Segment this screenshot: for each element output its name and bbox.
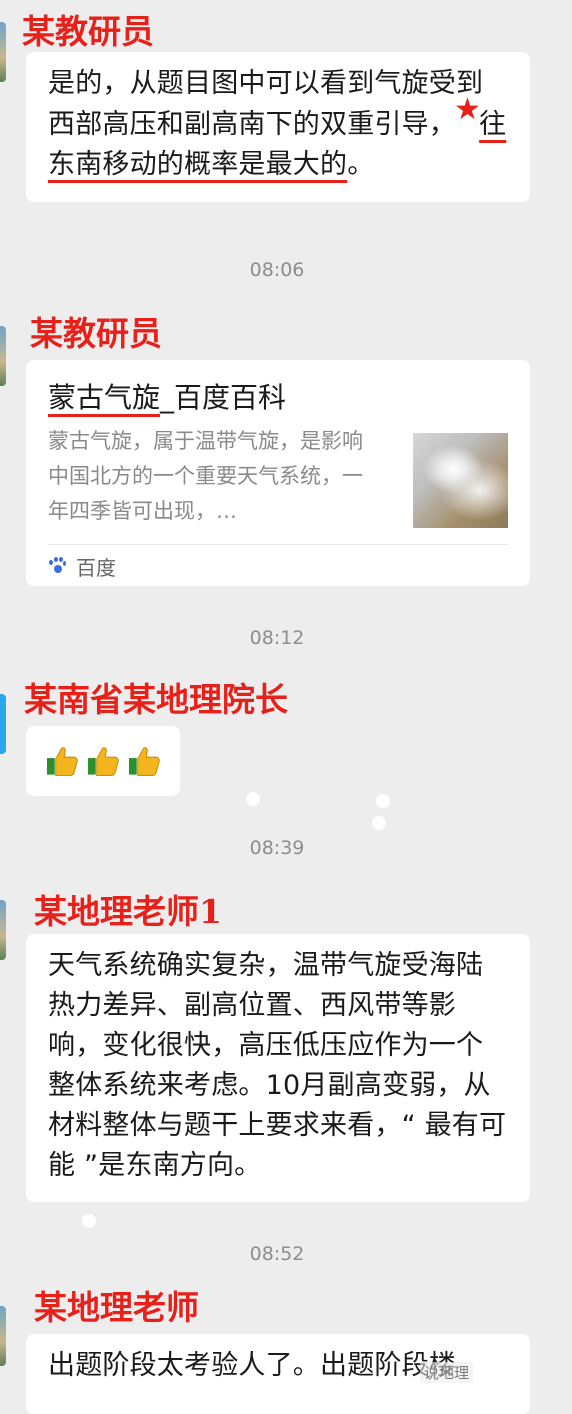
avatar[interactable] xyxy=(0,326,6,386)
star-icon: ★ xyxy=(454,92,482,127)
message-text: 是的，从题目图中可以看到气旋受到西部高压和副高南下的双重引导，★往东南移动的概率… xyxy=(26,52,530,197)
message-text-part: 是的，从题目图中可以看到气旋受到西部高压和副高南下的双重引导， xyxy=(48,68,484,140)
sender-name: 某南省某地理院长 xyxy=(24,680,288,719)
sender-name: 某教研员 xyxy=(22,12,154,51)
thumbs-up-icon xyxy=(129,747,160,777)
sender-name: 某教研员 xyxy=(30,314,162,353)
avatar[interactable] xyxy=(0,1306,6,1366)
timestamp: 08:39 xyxy=(249,837,305,859)
card-description: 蒙古气旋，属于温带气旋，是影响中国北方的一个重要天气系统，一年四季皆可出现，… xyxy=(48,429,363,523)
decorative-dot xyxy=(376,794,390,808)
avatar[interactable] xyxy=(0,22,6,82)
card-title-rest: _百度百科 xyxy=(160,381,287,414)
card-title-keyword: 蒙古气旋 xyxy=(48,381,161,414)
message-text-part: 。 xyxy=(347,149,375,180)
message-bubble[interactable]: 天气系统确实复杂，温带气旋受海陆热力差异、副高位置、西风带等影响，变化很快，高压… xyxy=(26,934,530,1202)
timestamp: 08:06 xyxy=(249,259,305,281)
avatar[interactable] xyxy=(0,694,6,754)
timestamp: 08:12 xyxy=(249,627,305,649)
reaction-row xyxy=(46,744,164,778)
message-bubble[interactable]: 是的，从题目图中可以看到气旋受到西部高压和副高南下的双重引导，★往东南移动的概率… xyxy=(26,52,530,202)
card-title: 蒙古气旋_百度百科 xyxy=(48,380,286,416)
message-bubble[interactable] xyxy=(26,726,180,796)
card-source-label: 百度 xyxy=(76,555,116,580)
thumbs-up-icon xyxy=(88,747,119,777)
sender-name: 某地理老师 xyxy=(34,1288,199,1327)
decorative-dot xyxy=(372,816,386,830)
decorative-dot xyxy=(246,792,260,806)
link-card[interactable]: 蒙古气旋_百度百科 蒙古气旋，属于温带气旋，是影响中国北方的一个重要天气系统，一… xyxy=(26,360,530,586)
avatar[interactable] xyxy=(0,900,6,960)
divider xyxy=(48,544,508,545)
card-source: 百度 xyxy=(48,550,116,582)
timestamp: 08:52 xyxy=(249,1243,305,1265)
baidu-paw-icon xyxy=(48,557,66,575)
sender-name: 某地理老师1 xyxy=(34,892,222,931)
thumbs-up-icon xyxy=(46,747,78,777)
watermark: 说地理 xyxy=(420,1362,474,1383)
decorative-dot xyxy=(82,1214,96,1228)
message-text: 天气系统确实复杂，温带气旋受海陆热力差异、副高位置、西风带等影响，变化很快，高压… xyxy=(48,950,507,1181)
cyclone-thumbnail-image xyxy=(413,433,508,528)
